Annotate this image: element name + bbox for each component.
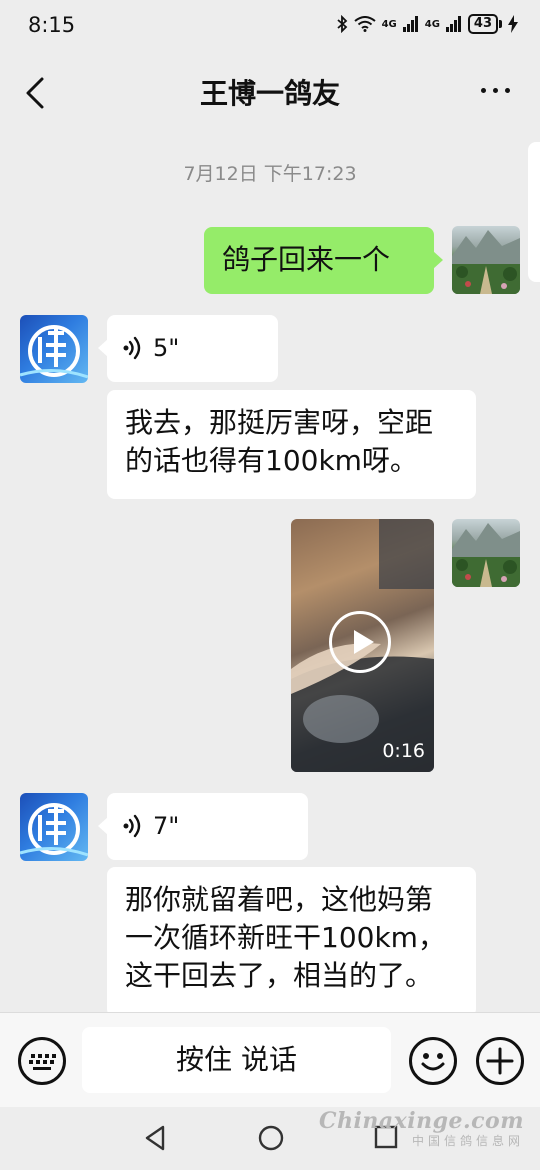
emoji-button[interactable] [409,1037,457,1085]
more-actions-button[interactable] [476,1037,524,1085]
network-label-2: 4G [424,18,440,30]
more-icon-dot [505,88,510,93]
landscape-avatar-image [452,230,520,294]
outgoing-text-bubble[interactable]: 鸽子回来一个 [204,227,443,294]
message-text: 鸽子回来一个 [222,243,391,276]
hold-to-talk-button[interactable]: 按住 说话 [82,1027,391,1093]
plus-icon [486,1047,514,1075]
signal-icon [445,16,461,32]
voice-wave-icon [123,336,141,360]
smiley-icon [421,1053,445,1071]
landscape-avatar-image [452,523,520,587]
more-options-button[interactable] [481,88,510,93]
voice-message-bubble[interactable]: 5" [98,315,278,382]
self-avatar[interactable] [452,519,520,587]
watermark-sub: 中国信鸽信息网 [411,1134,524,1148]
watermark: Chinaxinge.com 中国信鸽信息网 [319,1108,524,1149]
charging-icon [508,15,518,33]
video-duration: 0:16 [382,740,425,762]
wifi-icon [353,16,376,32]
voice-duration: 7" [153,812,180,840]
bluetooth-icon [336,15,347,33]
watermark-main: Chinaxinge.com [319,1108,524,1134]
message-timestamp: 7月12日 下午17:23 [183,163,357,185]
more-icon-dot [493,88,498,93]
battery-level: 43 [467,14,498,34]
incoming-text-bubble[interactable]: 那你就留着吧，这他妈第一次循环新旺干100km，这干回去了，相当的了。 [107,867,476,1017]
message-text: 那你就留着吧，这他妈第一次循环新旺干100km，这干回去了，相当的了。 [125,883,446,992]
signal-icon [402,16,418,32]
self-avatar[interactable] [452,226,520,294]
chat-header: 王博一鸽友 [0,52,540,132]
message-text: 我去，那挺厉害呀，空距的话也得有100km呀。 [125,406,434,477]
bo-logo-avatar-image [20,803,88,857]
bo-logo-avatar-image [20,325,88,379]
system-home-button[interactable] [258,1125,284,1155]
status-icons: 4G 4G 43 [336,14,518,34]
keyboard-toggle-button[interactable] [18,1037,66,1085]
video-message[interactable]: 0:16 [291,519,434,772]
status-time: 8:15 [28,13,76,37]
voice-wave-icon [123,814,141,838]
system-back-button[interactable] [144,1125,166,1155]
play-icon[interactable] [329,611,391,673]
battery-icon: 43 [467,14,502,34]
circle-home-icon [258,1125,284,1151]
more-icon-dot [481,88,486,93]
contact-avatar[interactable] [20,793,88,861]
voice-message-bubble[interactable]: 7" [98,793,308,860]
chat-title: 王博一鸽友 [199,77,340,110]
network-label-1: 4G [381,18,397,30]
voice-duration: 5" [153,334,180,362]
triangle-back-icon [145,1125,165,1151]
keyboard-icon [29,1054,56,1070]
chat-input-bar: 按住 说话 [0,1012,540,1108]
incoming-text-bubble[interactable]: 我去，那挺厉害呀，空距的话也得有100km呀。 [107,390,476,499]
contact-avatar[interactable] [20,315,88,383]
status-bar: 8:15 4G 4G 43 [0,0,540,52]
